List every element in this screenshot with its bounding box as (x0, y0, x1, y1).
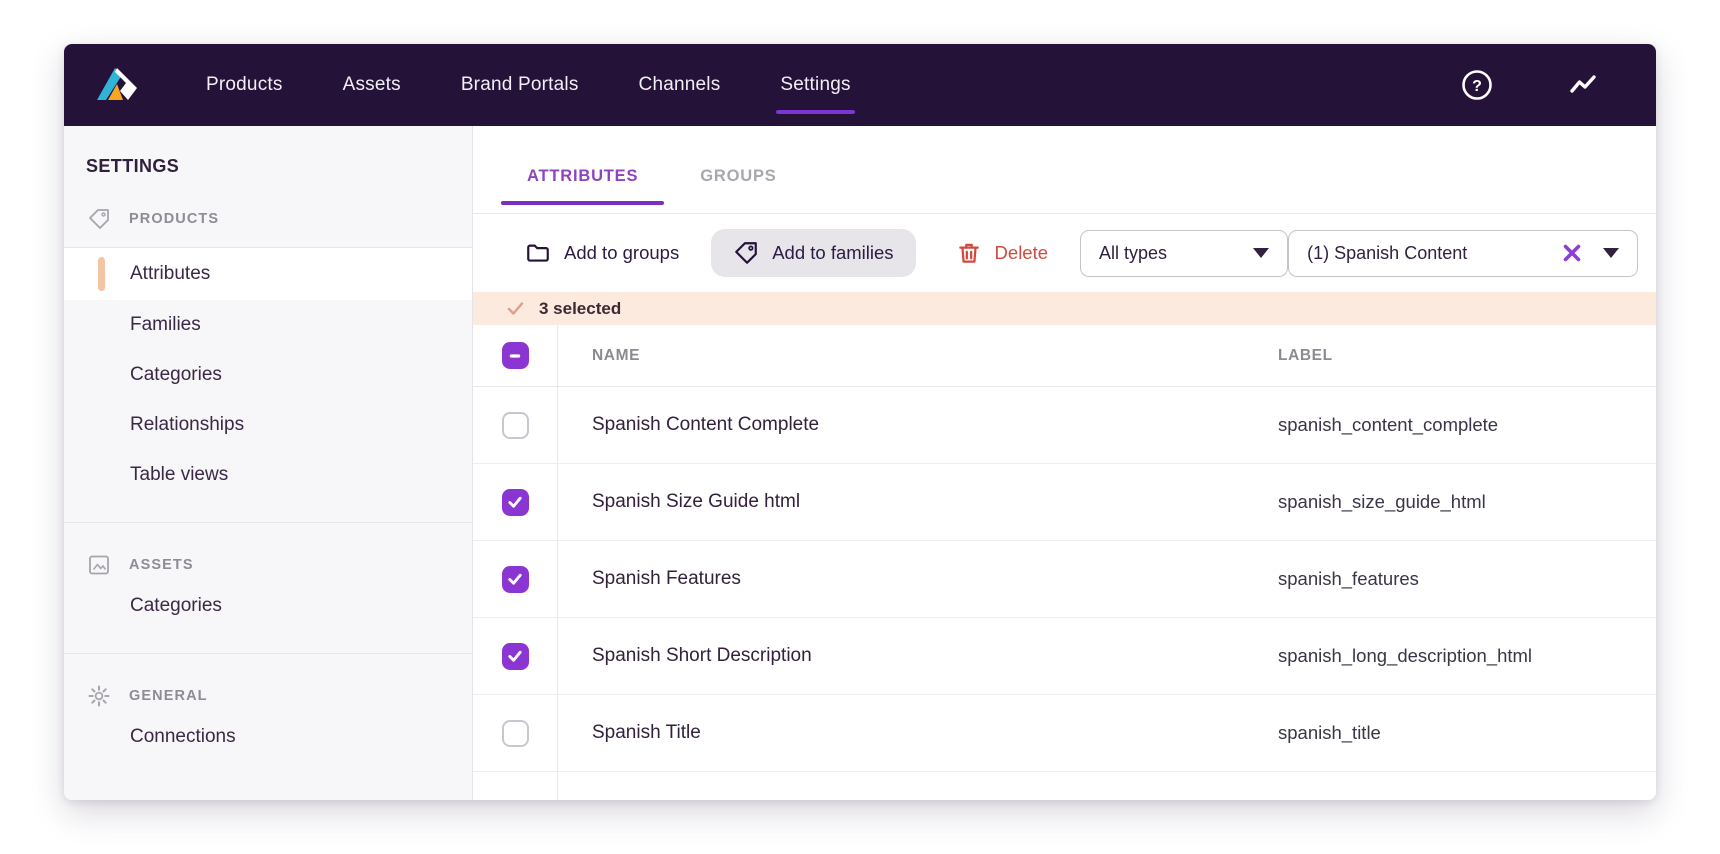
tab-groups[interactable]: GROUPS (674, 140, 802, 213)
add-to-groups-button[interactable]: Add to groups (525, 240, 679, 266)
row-checkbox[interactable] (501, 642, 529, 670)
check-icon (508, 496, 522, 508)
selection-banner: 3 selected (473, 292, 1656, 325)
table-row[interactable]: Spanish Title spanish_title (473, 695, 1656, 772)
clear-filter-icon[interactable] (1561, 242, 1583, 264)
check-icon (508, 573, 522, 585)
general-section-items: Connections (64, 712, 472, 772)
attribute-name: Spanish Features (592, 568, 741, 589)
sidebar-item-connections[interactable]: Connections (64, 712, 472, 762)
checkmark-icon (507, 302, 524, 315)
attributes-table: NAME LABEL Spanish Content Complete span… (473, 325, 1656, 800)
table-row[interactable]: Spanish Content Complete spanish_content… (473, 387, 1656, 464)
image-icon (89, 555, 109, 575)
add-to-families-button[interactable]: Add to families (711, 229, 916, 277)
row-checkbox[interactable] (501, 488, 529, 516)
sidebar-item-relationships[interactable]: Relationships (64, 400, 472, 450)
sidebar-section-general: GENERAL (87, 680, 472, 712)
section-label-products: PRODUCTS (129, 211, 220, 227)
attribute-label: spanish_title (1278, 722, 1381, 743)
row-checkbox-cell (473, 695, 558, 771)
akeneo-logo-icon[interactable] (94, 62, 140, 108)
sidebar-item-attributes[interactable]: Attributes (64, 248, 472, 300)
bulk-actions-toolbar: Add to groups Add to families Delete All… (473, 214, 1656, 292)
type-filter-value: All types (1099, 242, 1168, 263)
assets-section-items: Categories (64, 581, 472, 641)
chevron-down-icon (1253, 248, 1270, 258)
nav-item-products[interactable]: Products (204, 68, 285, 102)
nav-item-settings[interactable]: Settings (776, 68, 855, 114)
tag-icon (89, 209, 109, 229)
row-checkbox[interactable] (501, 411, 529, 439)
section-label-assets: ASSETS (129, 557, 194, 573)
attribute-label: spanish_size_guide_html (1278, 491, 1486, 512)
sidebar-section-products: PRODUCTS (87, 203, 472, 235)
tab-attributes[interactable]: ATTRIBUTES (501, 140, 665, 213)
top-navigation-bar: Products Assets Brand Portals Channels S… (64, 44, 1656, 126)
products-section-items: Attributes Families Categories Relations… (64, 248, 472, 510)
table-row[interactable]: Spanish Size Guide html spanish_size_gui… (473, 464, 1656, 541)
check-icon (508, 650, 522, 662)
nav-item-channels[interactable]: Channels (637, 68, 723, 102)
app-window: Products Assets Brand Portals Channels S… (64, 44, 1656, 800)
help-icon[interactable]: ? (1460, 68, 1494, 102)
trash-icon (958, 243, 979, 263)
row-checkbox[interactable] (501, 719, 529, 747)
delete-button[interactable]: Delete (956, 240, 1048, 266)
sidebar-divider (64, 653, 472, 654)
attribute-name: Spanish Size Guide html (592, 491, 801, 512)
gear-icon (88, 685, 110, 707)
attribute-name: Spanish Title (592, 722, 701, 743)
row-checkbox-cell (473, 618, 558, 694)
table-row[interactable]: Spanish Short Description spanish_long_d… (473, 618, 1656, 695)
folder-icon (527, 244, 549, 262)
indeterminate-icon (509, 353, 521, 358)
sidebar-item-asset-categories[interactable]: Categories (64, 581, 472, 631)
tab-bar: ATTRIBUTES GROUPS (473, 126, 1656, 214)
column-header-name[interactable]: NAME (558, 347, 1278, 365)
tag-icon (735, 242, 758, 264)
attribute-name: Spanish Short Description (592, 645, 812, 666)
row-checkbox-cell (473, 387, 558, 463)
add-to-families-label: Add to families (772, 242, 894, 263)
row-checkbox-cell (473, 541, 558, 617)
delete-label: Delete (994, 242, 1049, 263)
select-all-checkbox[interactable] (501, 342, 529, 369)
sidebar-title: SETTINGS (86, 156, 180, 176)
chevron-down-icon (1603, 248, 1619, 258)
settings-sidebar: SETTINGS PRODUCTS Attributes Families Ca… (64, 126, 473, 800)
table-row[interactable]: Spanish Features spanish_features (473, 541, 1656, 618)
row-checkbox[interactable] (501, 565, 529, 593)
row-checkbox-cell (473, 464, 558, 540)
sidebar-item-table-views[interactable]: Table views (64, 450, 472, 500)
attribute-label: spanish_long_description_html (1278, 645, 1533, 666)
table-header-row: NAME LABEL (473, 325, 1656, 387)
primary-nav: Products Assets Brand Portals Channels S… (204, 68, 855, 114)
group-filter-dropdown[interactable]: (1) Spanish Content (1288, 229, 1638, 277)
add-to-groups-label: Add to groups (564, 242, 680, 263)
header-checkbox-cell (473, 325, 558, 386)
section-label-general: GENERAL (129, 688, 208, 704)
activity-icon[interactable] (1566, 68, 1600, 102)
svg-text:?: ? (1472, 78, 1482, 95)
row-checkbox-cell (473, 772, 558, 800)
column-header-label[interactable]: LABEL (1278, 347, 1656, 365)
attribute-label: spanish_features (1278, 568, 1419, 589)
sidebar-divider (64, 522, 472, 523)
nav-item-brand-portals[interactable]: Brand Portals (459, 68, 581, 102)
type-filter-dropdown[interactable]: All types (1080, 229, 1289, 277)
sidebar-item-categories[interactable]: Categories (64, 350, 472, 400)
attribute-name: Spanish Content Complete (592, 414, 820, 435)
sidebar-section-assets: ASSETS (87, 549, 472, 581)
attribute-label (1278, 772, 1656, 800)
main-panel: ATTRIBUTES GROUPS Add to groups Add to f… (473, 126, 1656, 800)
group-filter-value: (1) Spanish Content (1307, 242, 1468, 263)
selection-count: 3 selected (539, 298, 622, 318)
attribute-label: spanish_content_complete (1278, 414, 1499, 435)
partial-table-row (473, 772, 1656, 800)
attribute-name (558, 772, 1278, 800)
nav-item-assets[interactable]: Assets (341, 68, 403, 102)
content-area: SETTINGS PRODUCTS Attributes Families Ca… (64, 126, 1656, 800)
sidebar-item-families[interactable]: Families (64, 300, 472, 350)
